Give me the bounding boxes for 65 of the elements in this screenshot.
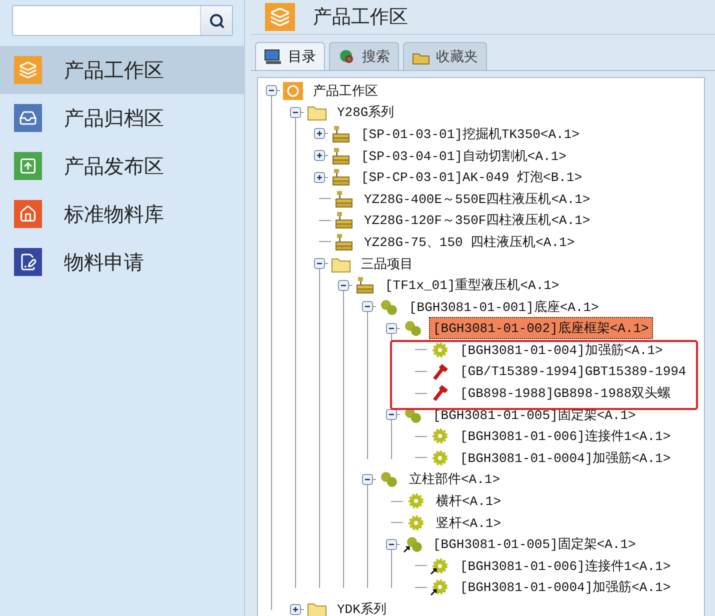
tree-node-label[interactable]: 横杆<A.1> (432, 490, 506, 512)
tree-node-label[interactable]: [GB898-1988]GB898-1988双头螺 (456, 382, 675, 404)
machine-icon (334, 211, 354, 230)
nav-item[interactable]: 产品工作区 (0, 46, 244, 94)
tree-node-label[interactable]: 竖杆<A.1> (432, 512, 506, 534)
tree-node-label[interactable]: [BGH3081-01-005]固定架<A.1> (429, 533, 640, 556)
tree-node-label[interactable]: [SP-CP-03-01]AK-049 灯泡<B.1> (357, 166, 586, 188)
search-field[interactable] (12, 5, 233, 36)
tree-node-label[interactable]: 三品项目 (357, 252, 417, 275)
collapse-toggle[interactable] (362, 301, 373, 312)
nav-item[interactable]: 产品发布区 (0, 142, 244, 190)
expand-toggle[interactable] (314, 172, 325, 183)
machine-icon (334, 232, 354, 251)
tree-node-label[interactable]: [BGH3081-01-001]底座<A.1> (405, 296, 603, 318)
tree-node-label[interactable]: 立柱部件<A.1> (405, 468, 504, 490)
collapse-toggle[interactable] (266, 85, 277, 96)
tree-node-label[interactable]: [BGH3081-01-006]连接件1<A.1> (456, 425, 675, 448)
tree-node-label[interactable]: [BGH3081-01-006]连接件1<A.1> (456, 554, 675, 577)
tree-node-label[interactable]: [BGH3081-01-002]底座框架<A.1> (429, 317, 653, 340)
collapse-toggle[interactable] (362, 474, 373, 485)
bolt-icon (430, 384, 450, 402)
tab[interactable]: 收藏夹 (403, 42, 487, 70)
nav-label: 标准物料库 (64, 200, 164, 228)
tree-node-label[interactable]: [TF1x_01]重型液压机<A.1> (381, 274, 564, 296)
nav-label: 物料申请 (64, 248, 144, 276)
nav-item[interactable]: 物料申请 (0, 238, 244, 286)
machine-icon (331, 168, 351, 186)
collapse-toggle[interactable] (314, 258, 325, 270)
search-button[interactable] (200, 6, 232, 35)
tab[interactable]: 目录 (255, 42, 325, 70)
collapse-toggle[interactable] (338, 280, 349, 291)
expand-toggle[interactable] (314, 150, 325, 162)
nav-label: 产品工作区 (64, 56, 164, 84)
layers-icon (265, 3, 295, 31)
tree-node-label[interactable]: [BGH3081-01-0004]加强筋<A.1> (456, 446, 675, 469)
tree-node-label[interactable]: YDK系列 (333, 598, 390, 616)
collapse-toggle[interactable] (386, 322, 397, 334)
tree-node-label[interactable]: [BGH3081-01-004]加强筋<A.1> (456, 338, 667, 361)
nav-item[interactable]: 产品归档区 (0, 94, 244, 142)
tree-node-label[interactable]: Y28G系列 (333, 101, 398, 124)
tree-node-label[interactable]: [BGH3081-01-0004]加强筋<A.1> (456, 576, 675, 598)
computer-icon (264, 48, 282, 64)
tree-node-label[interactable]: YZ28G-75、150 四柱液压机<A.1> (360, 230, 579, 253)
collapse-toggle[interactable] (386, 538, 397, 550)
nav-item[interactable]: 标准物料库 (0, 190, 244, 238)
panel-title: 产品工作区 (313, 5, 408, 30)
collapse-toggle[interactable] (290, 106, 301, 118)
tree-node-label[interactable]: [GB/T15389-1994]GBT15389-1994 (456, 362, 690, 382)
tree-node-label[interactable]: [SP-01-03-01]挖掘机TK350<A.1> (357, 122, 584, 145)
machine-icon (334, 190, 354, 208)
tree-node-label[interactable]: YZ28G-400E～550E四柱液压机<A.1> (360, 188, 594, 210)
tree-node-label[interactable]: YZ28G-120F～350F四柱液压机<A.1> (360, 209, 594, 232)
workspace-icon (283, 82, 303, 100)
nav-label: 产品发布区 (64, 152, 164, 180)
collapse-toggle[interactable] (386, 409, 397, 420)
machine-icon (331, 146, 351, 165)
nav-label: 产品归档区 (64, 104, 164, 132)
bolt-icon (430, 362, 450, 381)
expand-toggle[interactable] (314, 128, 325, 140)
expand-toggle[interactable] (290, 604, 301, 615)
machine-icon (331, 124, 351, 143)
tree-node-label[interactable]: 产品工作区 (309, 80, 382, 102)
machine-icon (355, 276, 375, 294)
tree-node-label[interactable]: [SP-03-04-01]自动切割机<A.1> (357, 144, 570, 167)
tab[interactable]: 搜索 (329, 42, 399, 70)
